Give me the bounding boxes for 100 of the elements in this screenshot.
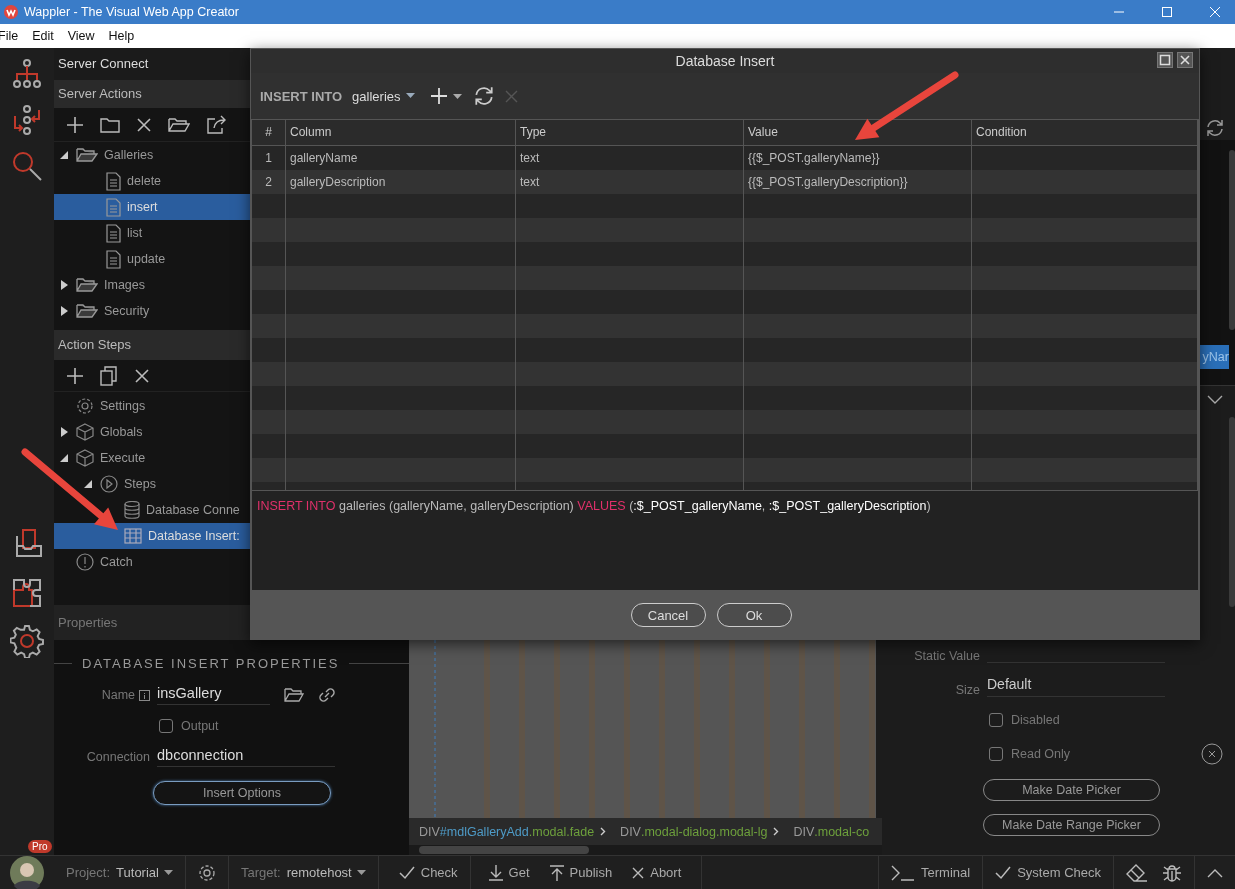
bug-icon[interactable] — [1162, 862, 1182, 883]
copy-icon[interactable] — [100, 365, 118, 386]
download-icon — [488, 864, 503, 881]
settings-icon[interactable] — [10, 624, 44, 658]
tree-item[interactable]: update — [54, 246, 409, 272]
cube-icon — [76, 449, 94, 467]
column-header[interactable]: Column — [286, 120, 516, 145]
connection-field[interactable]: dbconnection — [157, 747, 335, 767]
dialog-title: Database Insert — [675, 53, 775, 69]
field-label: Connection — [86, 750, 150, 764]
document-icon — [106, 223, 121, 243]
target-dropdown[interactable]: remotehost — [286, 865, 366, 880]
checkbox[interactable] — [989, 747, 1003, 761]
column-header[interactable]: # — [252, 120, 286, 145]
checkbox-label: Output — [181, 719, 219, 733]
delete-icon[interactable] — [136, 116, 152, 133]
refresh-icon[interactable] — [472, 85, 495, 107]
publish-button[interactable]: Publish — [541, 856, 621, 889]
tree-item[interactable]: Execute — [54, 445, 409, 471]
column-header[interactable]: Condition — [972, 120, 1198, 145]
delete-icon[interactable] — [134, 367, 150, 384]
search-icon[interactable] — [11, 150, 43, 182]
folder-icon[interactable] — [284, 687, 304, 703]
menu-item[interactable]: Edit — [32, 29, 54, 43]
close-icon[interactable] — [1177, 52, 1193, 68]
sitemap-icon[interactable] — [11, 58, 43, 90]
collapse-icon[interactable] — [59, 453, 69, 463]
document-icon — [106, 249, 121, 269]
check-button[interactable]: Check — [390, 856, 471, 889]
checkbox[interactable] — [159, 719, 173, 733]
close-icon — [632, 866, 645, 879]
breadcrumb-item[interactable]: DIV.modal-co — [793, 824, 870, 839]
chevron-up-icon[interactable] — [1207, 867, 1223, 878]
checkbox[interactable] — [989, 713, 1003, 727]
folder-icon[interactable] — [100, 115, 120, 134]
puzzle-icon[interactable] — [10, 576, 44, 610]
field-label: Size — [954, 683, 980, 697]
info-icon[interactable] — [139, 689, 150, 701]
tree-item[interactable]: Settings — [54, 393, 409, 419]
section-title: DATABASE INSERT PROPERTIES — [82, 656, 340, 671]
scrollbar-thumb[interactable] — [1229, 150, 1235, 330]
name-field[interactable]: insGallery — [157, 685, 270, 705]
insert-into-label: INSERT INTO — [260, 88, 343, 104]
chevron-down-icon[interactable] — [1207, 394, 1223, 405]
breadcrumb-item[interactable]: DIV.modal-dialog.modal-lg — [620, 824, 780, 839]
collapse-icon[interactable] — [59, 150, 69, 160]
share-icon[interactable] — [206, 114, 228, 135]
date-picker-button[interactable]: Make Date Range Picker — [983, 814, 1160, 836]
close-icon[interactable] — [1201, 743, 1223, 765]
system-check-button[interactable]: System Check — [982, 856, 1113, 889]
size-field[interactable]: Default — [987, 676, 1165, 697]
avatar[interactable] — [10, 855, 44, 889]
chevron-right-icon — [600, 827, 607, 836]
gear-icon — [76, 397, 94, 415]
add-icon[interactable] — [66, 366, 84, 385]
maximize-icon[interactable] — [1157, 52, 1173, 68]
terminal-button[interactable]: Terminal — [878, 856, 983, 889]
ok-button[interactable]: Ok — [716, 603, 792, 627]
date-picker-button[interactable]: Make Date Picker — [983, 779, 1160, 801]
document-icon — [106, 197, 121, 217]
folder-icon — [76, 147, 98, 163]
check-icon — [995, 865, 1012, 880]
get-button[interactable]: Get — [480, 856, 538, 889]
expand-icon[interactable] — [59, 280, 69, 290]
eraser-icon[interactable] — [1126, 863, 1148, 882]
check-icon — [398, 865, 415, 880]
tree-item[interactable]: list — [54, 220, 409, 246]
tree-item[interactable]: Steps — [54, 471, 409, 497]
checkbox-label: Read Only — [1011, 747, 1071, 761]
insert-options-button[interactable]: Insert Options — [153, 781, 331, 805]
tree-item[interactable]: Security — [54, 298, 409, 324]
cube-icon — [76, 423, 94, 441]
folder-icon — [76, 303, 98, 319]
tree-item[interactable]: Images — [54, 272, 409, 298]
scrollbar-thumb[interactable] — [1229, 417, 1235, 607]
settings-icon[interactable] — [197, 863, 216, 882]
cancel-button[interactable]: Cancel — [630, 603, 706, 627]
flow-icon[interactable] — [11, 104, 43, 136]
field-label: Static Value — [913, 649, 980, 663]
refresh-icon[interactable] — [1205, 118, 1225, 138]
open-folder-icon[interactable] — [168, 115, 190, 134]
tree-item[interactable]: Catch — [54, 549, 409, 575]
column-header[interactable]: Type — [516, 120, 744, 145]
tree-item[interactable]: Globals — [54, 419, 409, 445]
menu-item[interactable]: Help — [108, 29, 135, 43]
add-icon[interactable] — [66, 115, 84, 134]
add-menu-icon[interactable] — [430, 87, 463, 105]
scrollbar-thumb[interactable] — [419, 846, 589, 854]
expand-icon[interactable] — [59, 427, 69, 437]
table-icon — [124, 528, 142, 544]
menu-item[interactable]: View — [67, 29, 95, 43]
link-icon[interactable] — [318, 686, 336, 704]
breadcrumb-item[interactable]: DIV#mdlGalleryAdd.modal.fade — [419, 824, 607, 839]
expand-icon[interactable] — [59, 306, 69, 316]
collapse-icon[interactable] — [83, 479, 93, 489]
abort-button[interactable]: Abort — [624, 856, 690, 889]
status-label: Project: — [66, 865, 111, 880]
status-label: Target: — [240, 865, 281, 880]
project-dropdown[interactable]: Tutorial — [116, 865, 173, 880]
caret-icon — [405, 93, 415, 99]
